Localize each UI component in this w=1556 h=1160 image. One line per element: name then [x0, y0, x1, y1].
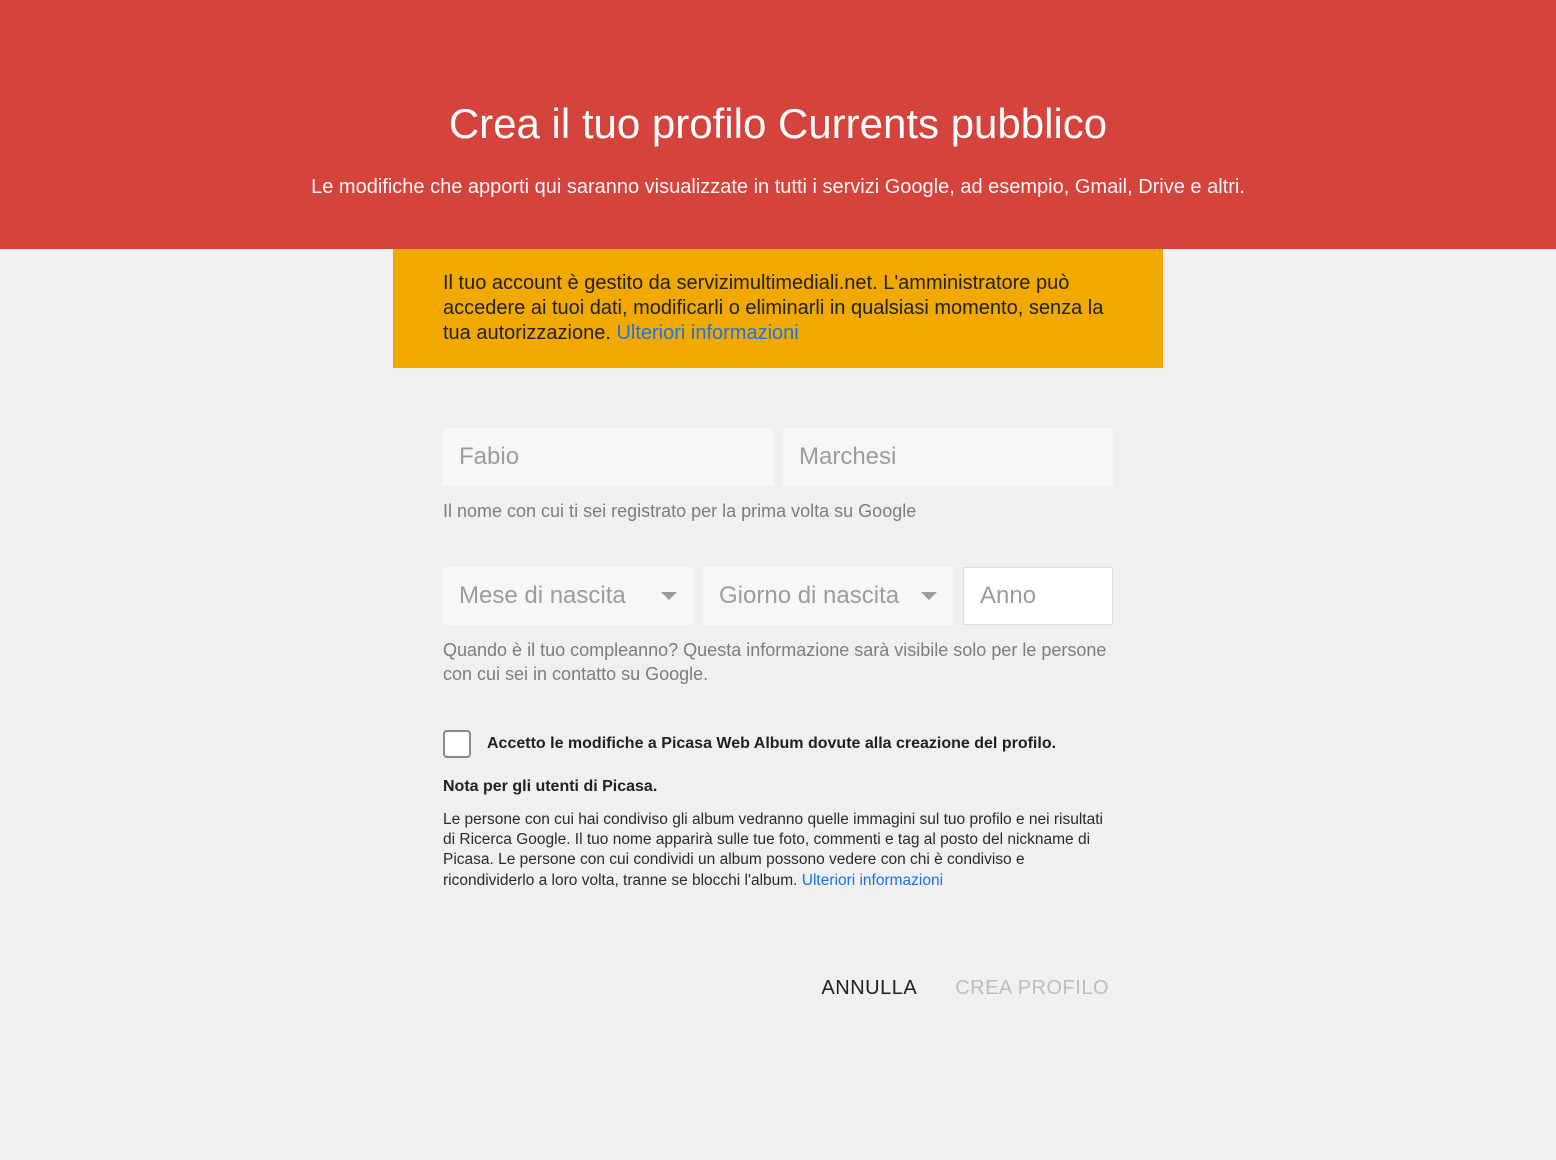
birth-month-label: Mese di nascita: [459, 582, 626, 610]
last-name-input[interactable]: Marchesi: [783, 428, 1113, 486]
chevron-down-icon: [661, 592, 677, 600]
birth-year-input[interactable]: Anno: [963, 567, 1113, 625]
picasa-note-text: Le persone con cui hai condiviso gli alb…: [443, 811, 1103, 888]
admin-notice: Il tuo account è gestito da servizimulti…: [393, 249, 1163, 368]
action-bar: ANNULLA CREA PROFILO: [393, 921, 1163, 1026]
chevron-down-icon: [921, 592, 937, 600]
picasa-accept-label: Accetto le modifiche a Picasa Web Album …: [487, 735, 1056, 753]
page-subtitle: Le modifiche che apporti qui saranno vis…: [40, 176, 1516, 199]
cancel-button[interactable]: ANNULLA: [817, 971, 921, 1006]
picasa-note-title: Nota per gli utenti di Picasa.: [443, 778, 1113, 796]
page-header: Crea il tuo profilo Currents pubblico Le…: [0, 0, 1556, 249]
name-help-text: Il nome con cui ti sei registrato per la…: [443, 500, 1113, 523]
page-title: Crea il tuo profilo Currents pubblico: [40, 100, 1516, 148]
picasa-accept-checkbox[interactable]: [443, 730, 471, 758]
first-name-input[interactable]: Fabio: [443, 428, 773, 486]
admin-notice-link[interactable]: Ulteriori informazioni: [616, 322, 798, 344]
profile-form: Fabio Marchesi Il nome con cui ti sei re…: [393, 368, 1163, 921]
create-profile-button[interactable]: CREA PROFILO: [951, 971, 1113, 1006]
birthday-help-text: Quando è il tuo compleanno? Questa infor…: [443, 639, 1113, 686]
birth-day-select[interactable]: Giorno di nascita: [703, 567, 953, 625]
birth-day-label: Giorno di nascita: [719, 582, 899, 610]
picasa-note-body: Le persone con cui hai condiviso gli alb…: [443, 810, 1113, 891]
birth-month-select[interactable]: Mese di nascita: [443, 567, 693, 625]
picasa-note-link[interactable]: Ulteriori informazioni: [802, 872, 943, 889]
